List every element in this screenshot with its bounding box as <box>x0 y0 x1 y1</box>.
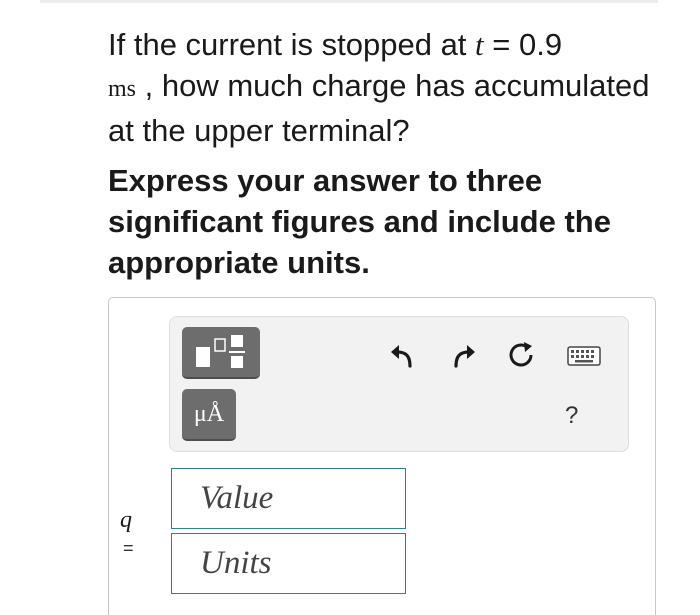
top-divider <box>40 0 658 3</box>
units-input[interactable] <box>171 533 406 594</box>
reset-button[interactable] <box>506 340 536 370</box>
equals-sign: = <box>123 538 134 558</box>
undo-button[interactable] <box>388 340 418 370</box>
answer-variable: q <box>120 507 132 533</box>
help-button[interactable]: ? <box>565 402 578 430</box>
reset-icon <box>509 342 533 367</box>
question-part-1: If the current is stopped at <box>108 27 476 62</box>
time-variable: t <box>475 27 484 62</box>
math-toolbar: μÅ ? <box>169 316 629 452</box>
templates-button[interactable] <box>182 327 260 379</box>
answer-instructions: Express your answer to three significant… <box>108 163 611 280</box>
time-unit: ms <box>108 76 137 102</box>
question-text: If the current is stopped at t = 0.9 ms ,… <box>108 24 668 151</box>
redo-icon <box>454 345 475 368</box>
redo-button[interactable] <box>448 340 478 370</box>
keyboard-icon <box>567 346 601 366</box>
templates-icon <box>196 335 245 368</box>
time-value: = 0.9 <box>483 27 563 62</box>
question-part-2: , how much charge has accumulated at the… <box>108 68 650 148</box>
undo-icon <box>391 345 412 368</box>
units-button[interactable]: μÅ <box>182 389 236 441</box>
value-input[interactable] <box>171 468 406 529</box>
units-icon: μÅ <box>193 401 225 427</box>
keyboard-button[interactable] <box>567 346 601 366</box>
